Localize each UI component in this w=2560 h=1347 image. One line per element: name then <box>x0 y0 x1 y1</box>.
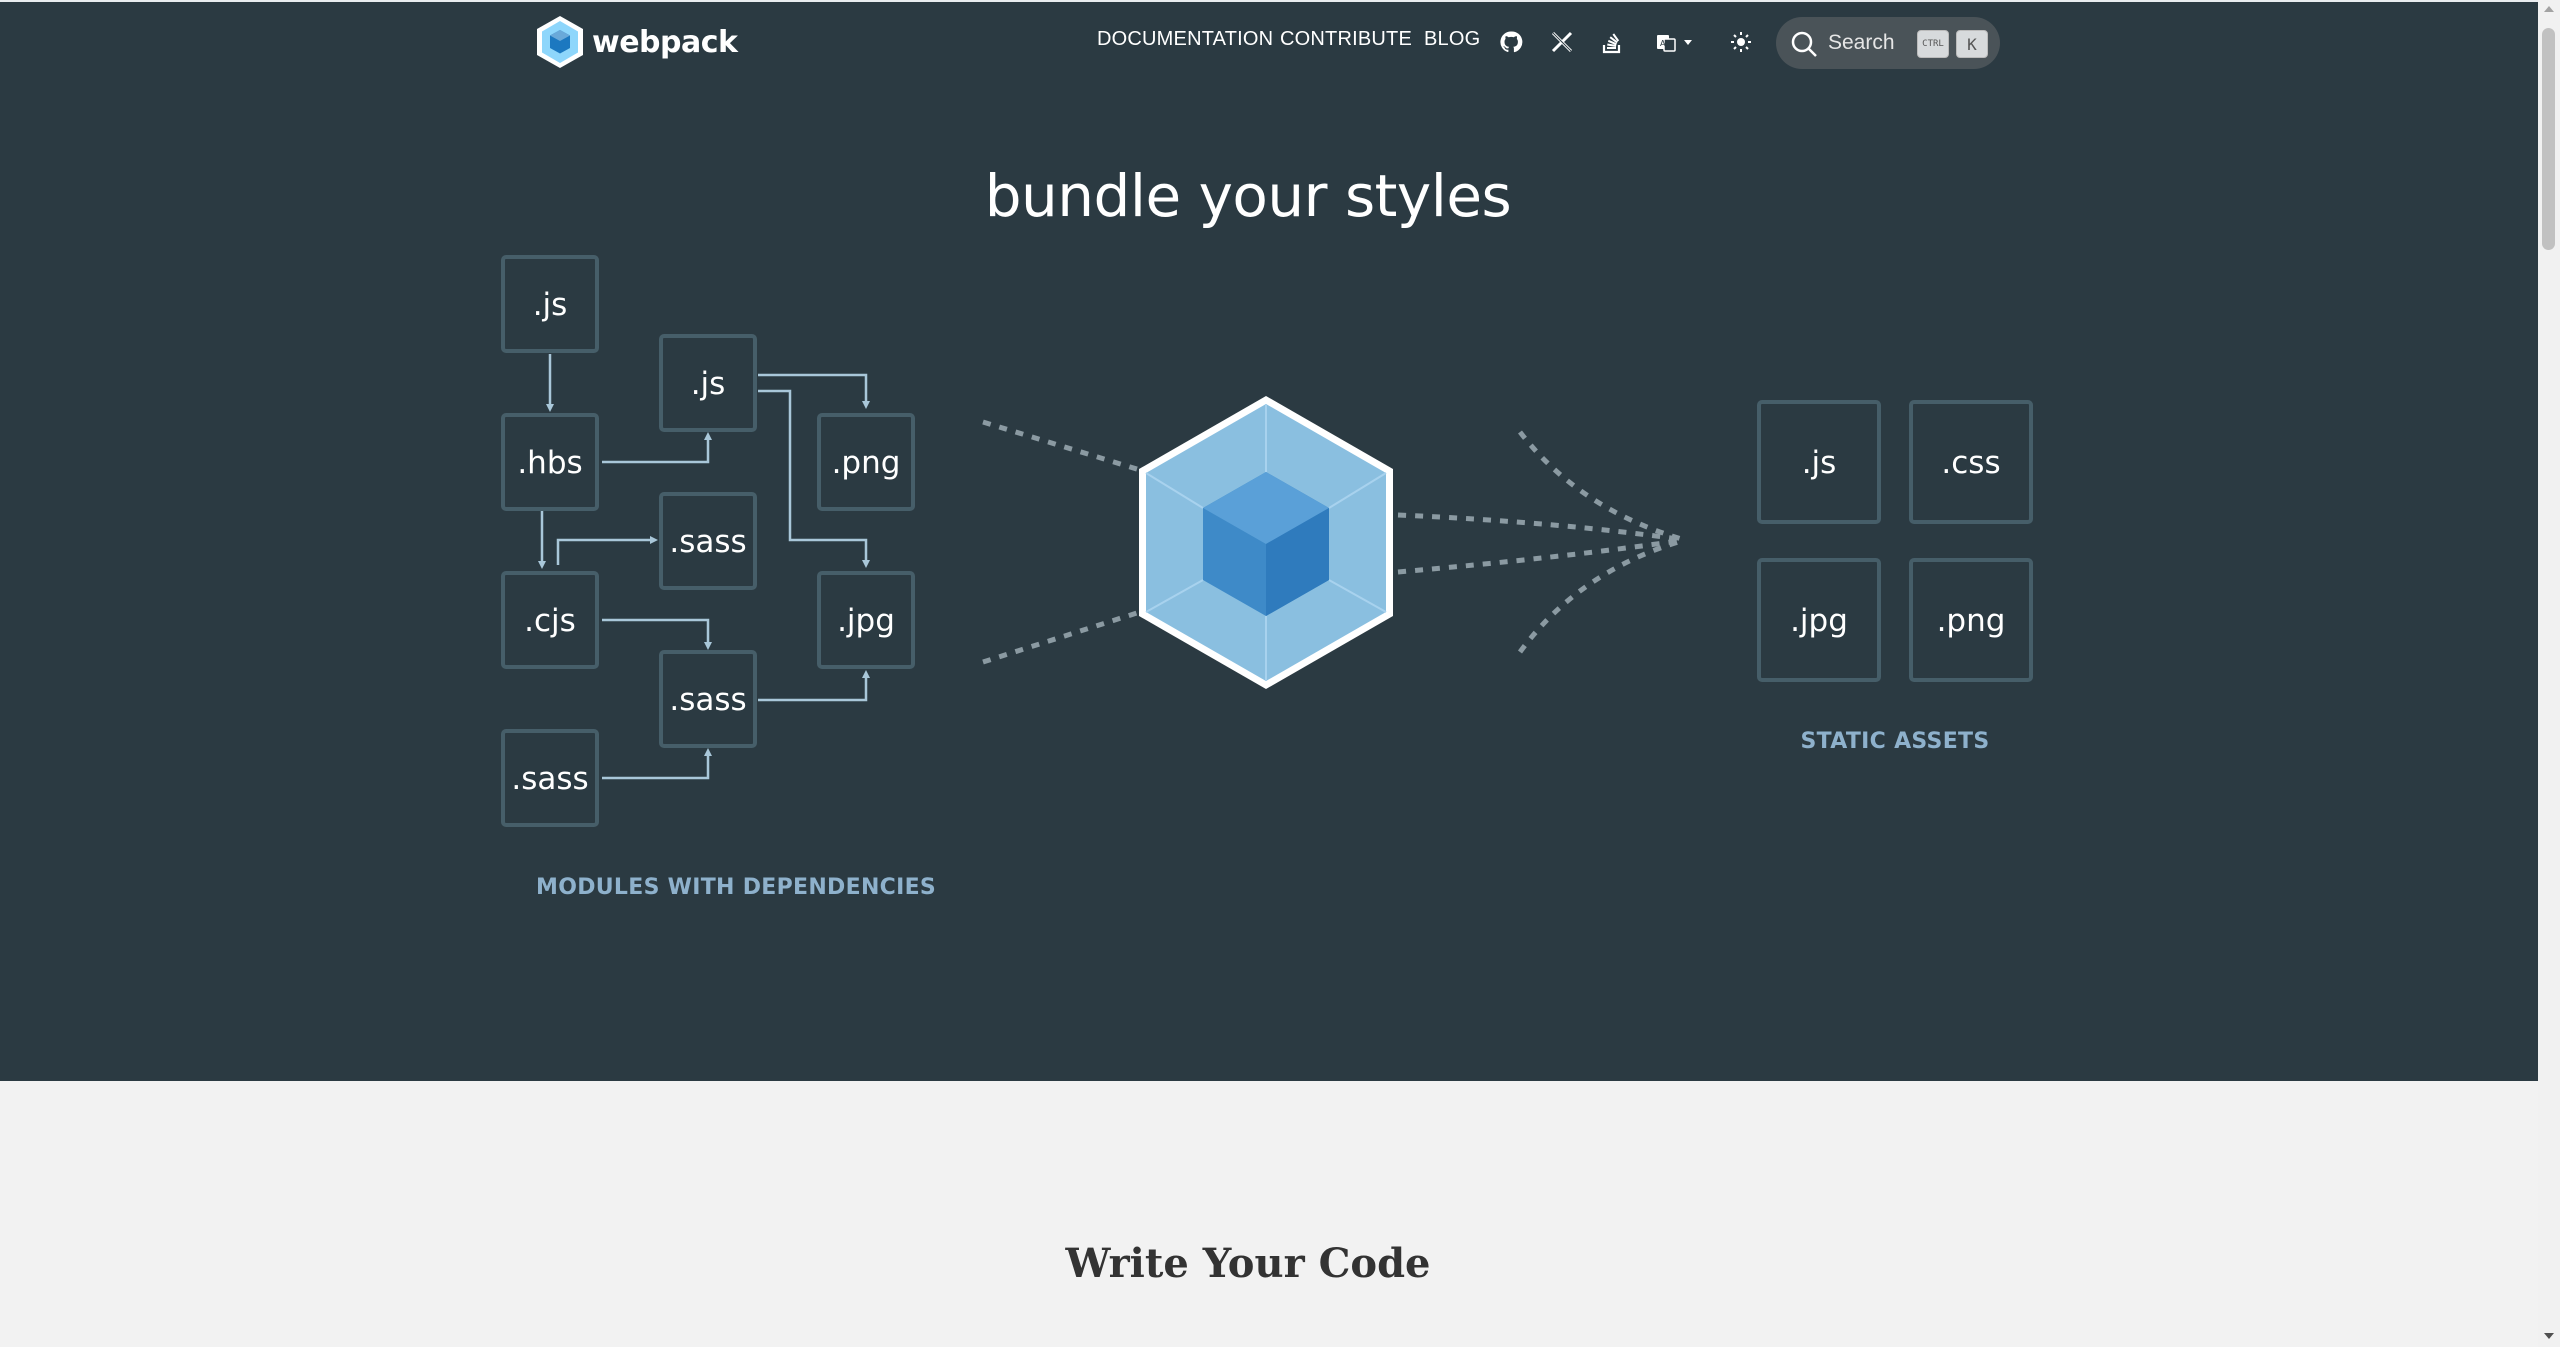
asset-jpg: .jpg <box>1790 603 1848 639</box>
module-js2: .js <box>691 366 726 402</box>
module-hbs: .hbs <box>517 445 582 481</box>
scroll-up-icon[interactable] <box>2544 6 2554 12</box>
module-sass: .sass <box>511 761 588 797</box>
bundle-diagram: .js .hbs .cjs .sass .js .sass .sass .png… <box>501 255 2033 827</box>
section-title: Write Your Code <box>1065 1240 1431 1287</box>
asset-png: .png <box>1937 603 2006 639</box>
module-sass2: .sass <box>669 524 746 560</box>
modules-label: MODULES WITH DEPENDENCIES <box>536 875 937 900</box>
assets-label: STATIC ASSETS <box>1800 729 1990 754</box>
connector-cjs-sass <box>556 536 658 565</box>
module-sass3: .sass <box>669 682 746 718</box>
scroll-down-icon[interactable] <box>2544 1333 2554 1339</box>
hero-section: webpack DOCUMENTATION CONTRIBUTE BLOG A … <box>0 0 2538 1081</box>
flow-in-top <box>982 419 1141 473</box>
module-js: .js <box>533 287 568 323</box>
page: webpack DOCUMENTATION CONTRIBUTE BLOG A … <box>0 0 2538 1347</box>
scroll-thumb[interactable] <box>2542 28 2555 250</box>
flow-out-bottom <box>1517 537 1686 654</box>
asset-js: .js <box>1802 445 1837 481</box>
flow-out-top <box>1518 430 1686 543</box>
asset-css: .css <box>1941 445 2000 481</box>
connector-sass-sass2 <box>602 748 712 780</box>
webpack-cube-icon <box>1139 396 1393 689</box>
module-jpg: .jpg <box>837 603 895 639</box>
module-cjs: .cjs <box>524 603 576 639</box>
flow-in-bottom <box>982 609 1141 665</box>
module-png: .png <box>832 445 901 481</box>
connector-hbs-js <box>602 432 712 464</box>
connector-cjs-sass2 <box>602 618 712 650</box>
connector-sass-jpg <box>758 670 870 702</box>
scrollbar[interactable] <box>2538 0 2560 1347</box>
